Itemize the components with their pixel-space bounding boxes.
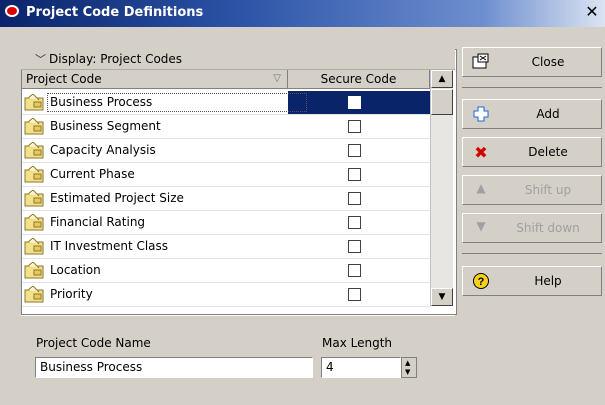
triangle-up-icon: ▲ bbox=[476, 181, 486, 195]
chevron-down-icon[interactable]: ﹀ bbox=[35, 51, 46, 67]
row-label: Location bbox=[50, 263, 101, 277]
secure-code-checkbox[interactable] bbox=[348, 120, 361, 133]
stepper-down-icon[interactable]: ▼ bbox=[405, 368, 410, 377]
row-label: Priority bbox=[50, 287, 93, 301]
table-row[interactable]: Current Phase bbox=[22, 163, 430, 187]
table-row[interactable]: Business Process bbox=[22, 91, 430, 115]
table-row[interactable]: Capacity Analysis bbox=[22, 139, 430, 163]
table-row[interactable]: Priority bbox=[22, 283, 430, 307]
window-close-icon bbox=[472, 53, 490, 71]
button-divider bbox=[462, 87, 602, 88]
row-label: Estimated Project Size bbox=[50, 191, 184, 205]
folder-tag-icon bbox=[24, 213, 46, 231]
project-code-name-label: Project Code Name bbox=[36, 336, 151, 350]
row-label: IT Investment Class bbox=[50, 239, 169, 253]
close-button[interactable]: Close bbox=[462, 47, 602, 77]
column-header-label: Project Code bbox=[26, 72, 102, 86]
table-row[interactable]: IT Investment Class bbox=[22, 235, 430, 259]
project-code-name-field[interactable]: Business Process bbox=[35, 357, 313, 378]
table-row[interactable]: Estimated Project Size bbox=[22, 187, 430, 211]
add-button[interactable]: Add bbox=[462, 99, 602, 129]
help-icon: ? bbox=[472, 272, 490, 290]
delete-button-label: Delete bbox=[528, 145, 568, 159]
shift-down-button[interactable]: ▼ Shift down bbox=[462, 213, 602, 243]
column-header-project-code[interactable]: Project Code ▽ bbox=[22, 70, 288, 89]
window-title: Project Code Definitions bbox=[26, 5, 204, 20]
help-button[interactable]: ? Help bbox=[462, 266, 602, 296]
display-bar-label: Display: Project Codes bbox=[49, 52, 183, 66]
row-label: Financial Rating bbox=[50, 215, 146, 229]
row-label: Business Segment bbox=[50, 119, 161, 133]
secure-code-checkbox[interactable] bbox=[348, 168, 361, 181]
add-button-label: Add bbox=[536, 107, 560, 121]
folder-tag-icon bbox=[24, 261, 46, 279]
sort-funnel-icon[interactable]: ▽ bbox=[273, 70, 281, 88]
folder-tag-icon bbox=[24, 117, 46, 135]
x-icon: ✖ bbox=[474, 143, 488, 162]
max-length-label: Max Length bbox=[322, 336, 393, 350]
title-bar: Project Code Definitions ✕ bbox=[0, 0, 605, 27]
max-length-stepper[interactable]: ▲ ▼ bbox=[401, 357, 417, 378]
folder-tag-icon bbox=[24, 285, 46, 303]
delete-button[interactable]: ✖ Delete bbox=[462, 137, 602, 167]
details-panel: Project Code Name Business Process Max L… bbox=[21, 315, 455, 396]
plus-icon bbox=[472, 105, 490, 123]
max-length-field[interactable]: 4 bbox=[321, 357, 401, 378]
folder-tag-icon bbox=[24, 237, 46, 255]
scroll-down-arrow-icon[interactable]: ▼ bbox=[431, 288, 453, 306]
shift-up-button-label: Shift up bbox=[524, 183, 572, 197]
secure-code-checkbox[interactable] bbox=[348, 144, 361, 157]
vertical-scrollbar[interactable]: ▲ ▼ bbox=[430, 70, 453, 306]
column-header-secure-code[interactable]: Secure Code bbox=[288, 70, 430, 89]
table-row[interactable]: Location bbox=[22, 259, 430, 283]
secure-code-checkbox[interactable] bbox=[348, 216, 361, 229]
display-bar[interactable]: ﹀ Display: Project Codes bbox=[21, 49, 455, 70]
folder-tag-icon bbox=[24, 93, 46, 111]
table-row[interactable]: Financial Rating bbox=[22, 211, 430, 235]
column-header-label: Secure Code bbox=[320, 72, 397, 86]
window-close-icon[interactable]: ✕ bbox=[583, 3, 601, 21]
secure-code-checkbox[interactable] bbox=[348, 264, 361, 277]
help-button-label: Help bbox=[534, 274, 562, 288]
secure-code-checkbox[interactable] bbox=[348, 240, 361, 253]
table-row[interactable]: Business Segment bbox=[22, 115, 430, 139]
row-label: Business Process bbox=[50, 95, 153, 109]
shift-up-button[interactable]: ▲ Shift up bbox=[462, 175, 602, 205]
folder-tag-icon bbox=[24, 165, 46, 183]
row-label: Capacity Analysis bbox=[50, 143, 156, 157]
folder-tag-icon bbox=[24, 141, 46, 159]
rows-container: Business Process Business Segment Capaci… bbox=[22, 91, 430, 307]
shift-down-button-label: Shift down bbox=[516, 221, 580, 235]
secure-code-checkbox[interactable] bbox=[348, 288, 361, 301]
scroll-up-arrow-icon[interactable]: ▲ bbox=[431, 70, 453, 88]
triangle-down-icon: ▼ bbox=[476, 219, 486, 233]
secure-code-checkbox[interactable] bbox=[348, 192, 361, 205]
scroll-thumb[interactable] bbox=[431, 89, 453, 115]
app-logo-icon bbox=[5, 5, 19, 17]
button-divider bbox=[462, 253, 602, 254]
close-button-label: Close bbox=[531, 55, 565, 69]
secure-code-checkbox[interactable] bbox=[348, 96, 361, 109]
folder-tag-icon bbox=[24, 189, 46, 207]
svg-text:?: ? bbox=[478, 276, 485, 288]
stepper-up-icon[interactable]: ▲ bbox=[405, 359, 410, 368]
row-label: Current Phase bbox=[50, 167, 135, 181]
